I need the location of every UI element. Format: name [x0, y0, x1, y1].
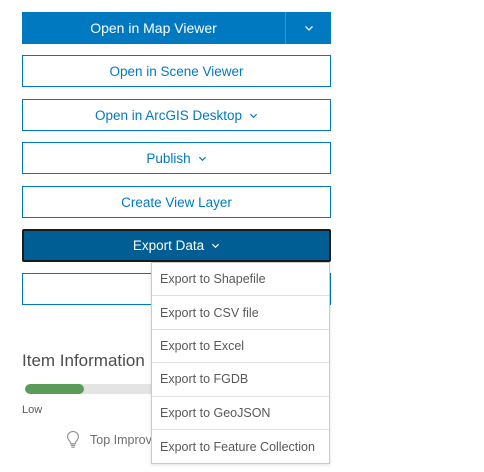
chevron-down-icon — [249, 111, 258, 120]
open-in-map-viewer-button[interactable]: Open in Map Viewer — [22, 12, 285, 44]
open-in-arcgis-desktop-label: Open in ArcGIS Desktop — [94, 107, 243, 123]
item-information-progress — [25, 384, 165, 394]
export-data-button[interactable]: Export Data — [22, 229, 331, 262]
item-information-title: Item Information — [22, 351, 145, 370]
export-data-label: Export Data — [132, 238, 205, 253]
create-view-layer-button[interactable]: Create View Layer — [22, 186, 331, 218]
export-excel-item[interactable]: Export to Excel — [152, 330, 329, 364]
open-in-scene-viewer-button[interactable]: Open in Scene Viewer — [22, 55, 331, 87]
top-improvement-tip: Top Improv — [66, 430, 152, 450]
export-feature-collection-item[interactable]: Export to Feature Collection — [152, 430, 329, 463]
chevron-down-icon — [211, 241, 220, 250]
export-geojson-item[interactable]: Export to GeoJSON — [152, 397, 329, 430]
open-in-map-viewer-split-button: Open in Map Viewer — [22, 12, 331, 44]
create-view-layer-label: Create View Layer — [121, 194, 232, 210]
export-data-menu: Export to Shapefile Export to CSV file E… — [151, 262, 330, 465]
tip-text: Top Improv — [90, 433, 152, 447]
item-details-panel: Open in Map Viewer Open in Scene Viewer … — [0, 0, 484, 472]
open-in-scene-viewer-label: Open in Scene Viewer — [109, 63, 244, 79]
map-viewer-dropdown-toggle[interactable] — [286, 12, 331, 44]
export-csv-item[interactable]: Export to CSV file — [152, 296, 329, 330]
export-fgdb-item[interactable]: Export to FGDB — [152, 363, 329, 397]
chevron-down-icon — [198, 154, 207, 163]
chevron-down-icon — [304, 23, 314, 33]
publish-button[interactable]: Publish — [22, 142, 331, 174]
publish-label: Publish — [146, 150, 191, 166]
progress-level-label: Low — [22, 404, 43, 416]
open-in-arcgis-desktop-button[interactable]: Open in ArcGIS Desktop — [22, 99, 331, 131]
export-shapefile-item[interactable]: Export to Shapefile — [152, 263, 329, 297]
progress-fill — [25, 384, 84, 394]
lightbulb-icon — [66, 430, 80, 450]
